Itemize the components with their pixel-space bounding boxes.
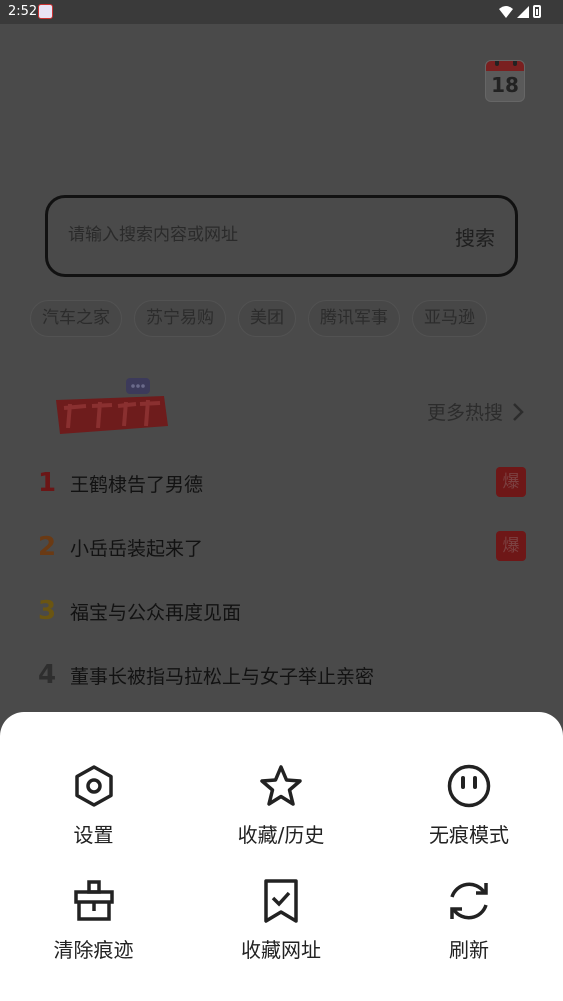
- hot-search-title: 福宝与公众再度见面: [70, 602, 242, 624]
- hot-search-item[interactable]: 4 董事长被指马拉松上与女子举止亲密: [38, 652, 528, 716]
- hot-search-rank: 2: [38, 532, 57, 562]
- favorites-history-button[interactable]: 收藏/历史: [187, 762, 375, 849]
- bookmark-url-button[interactable]: 收藏网址: [187, 877, 375, 964]
- quick-link[interactable]: 腾讯军事: [308, 300, 400, 337]
- status-bar: 2:52: [0, 0, 563, 24]
- more-hot-search-link[interactable]: 更多热搜: [427, 398, 525, 425]
- status-icons: [499, 5, 541, 18]
- hot-badge: 爆: [496, 531, 526, 561]
- hot-search-title: 董事长被指马拉松上与女子举止亲密: [70, 666, 375, 688]
- hot-search-rank: 4: [38, 660, 57, 690]
- hot-search-rank: 3: [38, 596, 57, 626]
- star-icon: [257, 762, 305, 810]
- app-notification-icon: [38, 4, 53, 19]
- wifi-icon: [499, 5, 513, 18]
- chevron-right-icon: [513, 402, 524, 421]
- hot-search-item[interactable]: 1 王鹤棣告了男德 爆: [38, 460, 528, 524]
- menu-item-label: 收藏网址: [241, 938, 321, 962]
- search-button[interactable]: 搜索: [455, 222, 495, 251]
- menu-item-label: 设置: [73, 823, 114, 847]
- quick-links: 汽车之家 苏宁易购 美团 腾讯军事 亚马逊: [30, 300, 487, 337]
- settings-icon: [70, 762, 118, 810]
- calendar-ring-icon: [495, 61, 499, 66]
- calendar-ring-icon: [513, 61, 517, 66]
- menu-item-label: 刷新: [449, 938, 489, 962]
- quick-link[interactable]: 汽车之家: [30, 300, 122, 337]
- hot-search-title: 王鹤棣告了男德: [70, 474, 204, 496]
- battery-icon: [533, 5, 541, 18]
- menu-grid: 设置 收藏/历史 无痕模式 清除痕迹 收藏网址 刷新: [0, 762, 563, 964]
- refresh-button[interactable]: 刷新: [375, 877, 563, 964]
- bookmark-icon: [257, 877, 305, 925]
- calendar-day: 18: [491, 73, 519, 97]
- search-input[interactable]: [68, 225, 408, 245]
- quick-link[interactable]: 美团: [238, 300, 296, 337]
- quick-link[interactable]: 亚马逊: [412, 300, 487, 337]
- status-time: 2:52: [8, 4, 38, 19]
- search-bar: 搜索: [45, 195, 518, 277]
- hot-search-item[interactable]: 2 小岳岳装起来了 爆: [38, 524, 528, 588]
- quick-link[interactable]: 苏宁易购: [134, 300, 226, 337]
- incognito-mode-button[interactable]: 无痕模式: [375, 762, 563, 849]
- bottom-sheet-menu: 设置 收藏/历史 无痕模式 清除痕迹 收藏网址 刷新: [0, 712, 563, 1001]
- calendar-button[interactable]: 18: [485, 60, 525, 102]
- menu-item-label: 清除痕迹: [53, 938, 134, 962]
- menu-item-label: 无痕模式: [429, 823, 509, 847]
- signal-icon: [517, 5, 529, 18]
- hot-search-list: 1 王鹤棣告了男德 爆 2 小岳岳装起来了 爆 3 福宝与公众再度见面 4 董事…: [38, 460, 528, 716]
- calendar-header: [486, 61, 524, 71]
- incognito-icon: [445, 762, 493, 810]
- weibo-hot-search-logo: [56, 378, 168, 434]
- settings-button[interactable]: 设置: [0, 762, 187, 849]
- more-hot-search-label: 更多热搜: [426, 402, 503, 424]
- clear-icon: [70, 877, 118, 925]
- hot-search-rank: 1: [38, 468, 57, 498]
- refresh-icon: [445, 877, 493, 925]
- clear-traces-button[interactable]: 清除痕迹: [0, 877, 187, 964]
- hot-search-title: 小岳岳装起来了: [70, 538, 204, 560]
- hot-search-item[interactable]: 3 福宝与公众再度见面: [38, 588, 528, 652]
- hot-badge: 爆: [496, 467, 526, 497]
- menu-item-label: 收藏/历史: [237, 823, 325, 847]
